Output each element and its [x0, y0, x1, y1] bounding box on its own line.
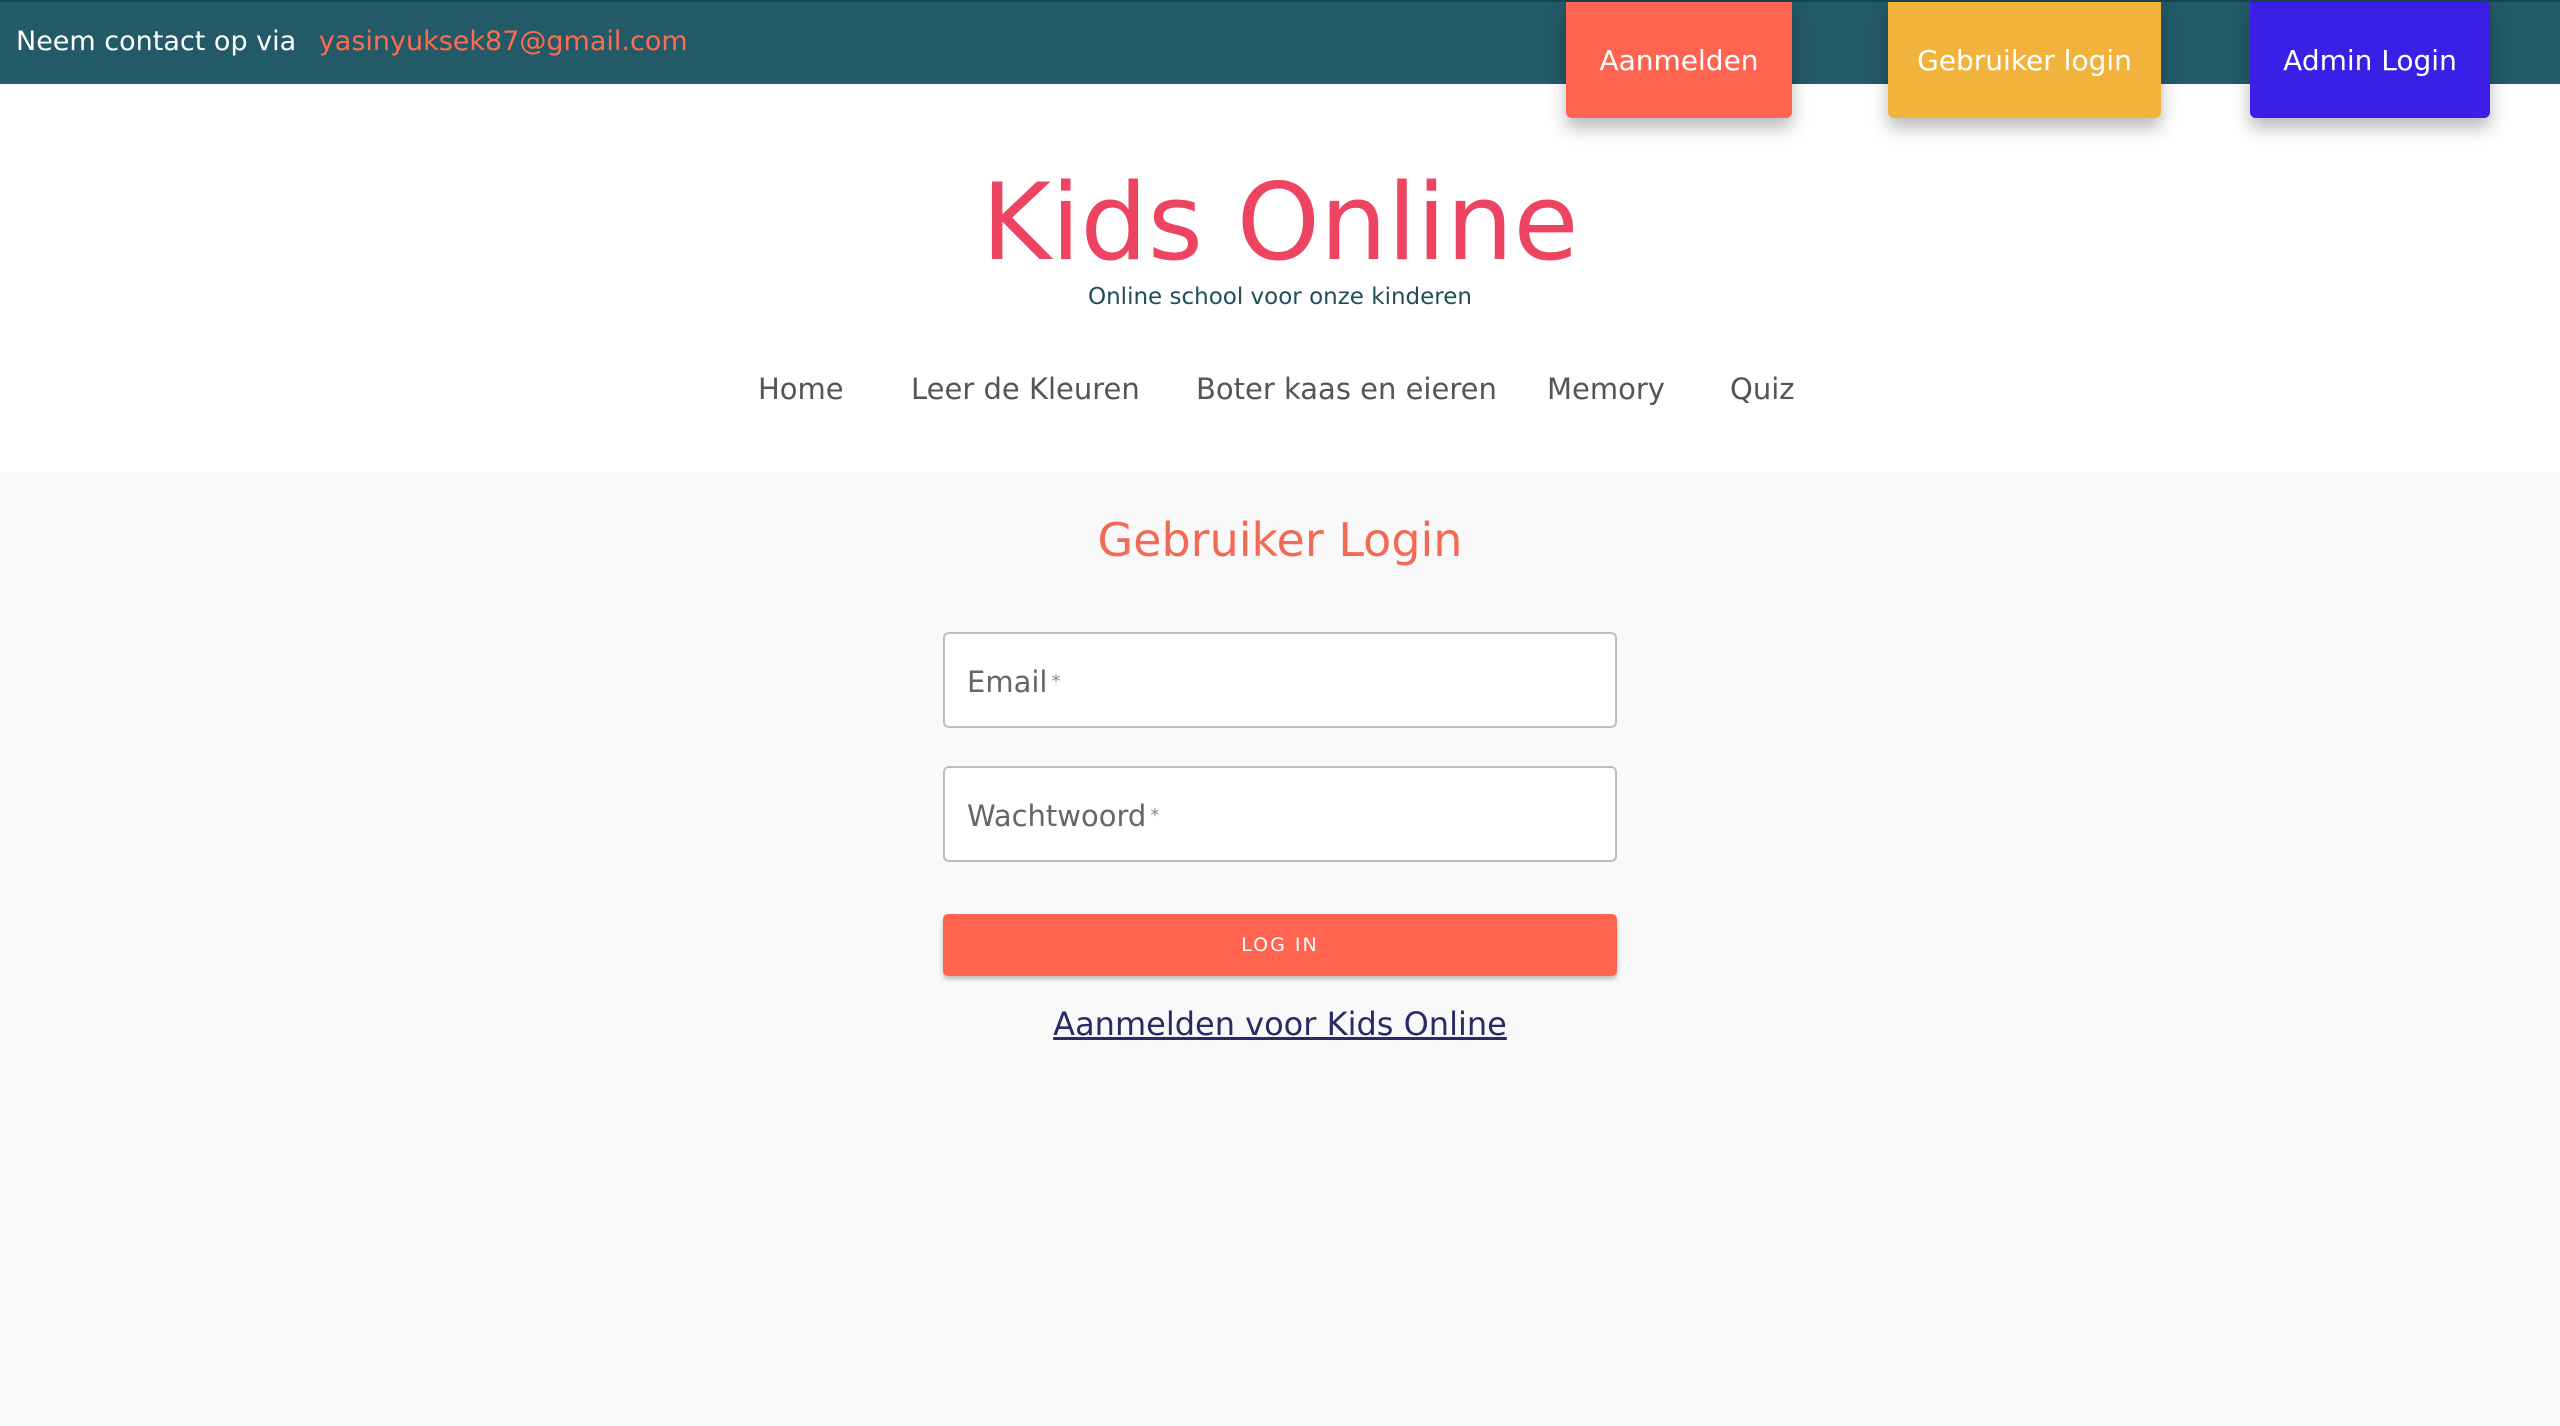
- password-input[interactable]: [945, 768, 1615, 860]
- site-logo-title[interactable]: Kids Online: [0, 164, 2560, 282]
- nav-item-memory[interactable]: Memory: [1547, 364, 1665, 414]
- nav-item-colors[interactable]: Leer de Kleuren: [911, 364, 1140, 414]
- login-title: Gebruiker Login: [1097, 513, 1463, 567]
- email-input[interactable]: [945, 634, 1615, 726]
- signup-link[interactable]: Aanmelden voor Kids Online: [1053, 1005, 1507, 1043]
- email-field[interactable]: Email *: [943, 632, 1617, 728]
- contact-email-link[interactable]: yasinyuksek87@gmail.com: [319, 26, 688, 57]
- signup-button[interactable]: Aanmelden: [1566, 2, 1792, 118]
- nav-item-quiz[interactable]: Quiz: [1730, 364, 1795, 414]
- nav-item-home[interactable]: Home: [758, 364, 844, 414]
- top-bar: Neem contact op via yasinyuksek87@gmail.…: [0, 0, 2560, 84]
- signup-link-container: Aanmelden voor Kids Online: [0, 1002, 2560, 1046]
- nav-item-tic-tac-toe[interactable]: Boter kaas en eieren: [1196, 364, 1497, 414]
- password-field[interactable]: Wachtwoord *: [943, 766, 1617, 862]
- main-nav: Home Leer de Kleuren Boter kaas en eiere…: [0, 364, 2560, 414]
- user-login-button[interactable]: Gebruiker login: [1888, 2, 2161, 118]
- contact-info: Neem contact op via yasinyuksek87@gmail.…: [16, 24, 688, 60]
- site-header: Kids Online Online school voor onze kind…: [0, 84, 2560, 472]
- site-tagline: Online school voor onze kinderen: [1088, 284, 1472, 310]
- contact-text: Neem contact op via: [16, 26, 297, 57]
- admin-login-button[interactable]: Admin Login: [2250, 2, 2490, 118]
- login-submit-button[interactable]: LOG IN: [943, 914, 1617, 976]
